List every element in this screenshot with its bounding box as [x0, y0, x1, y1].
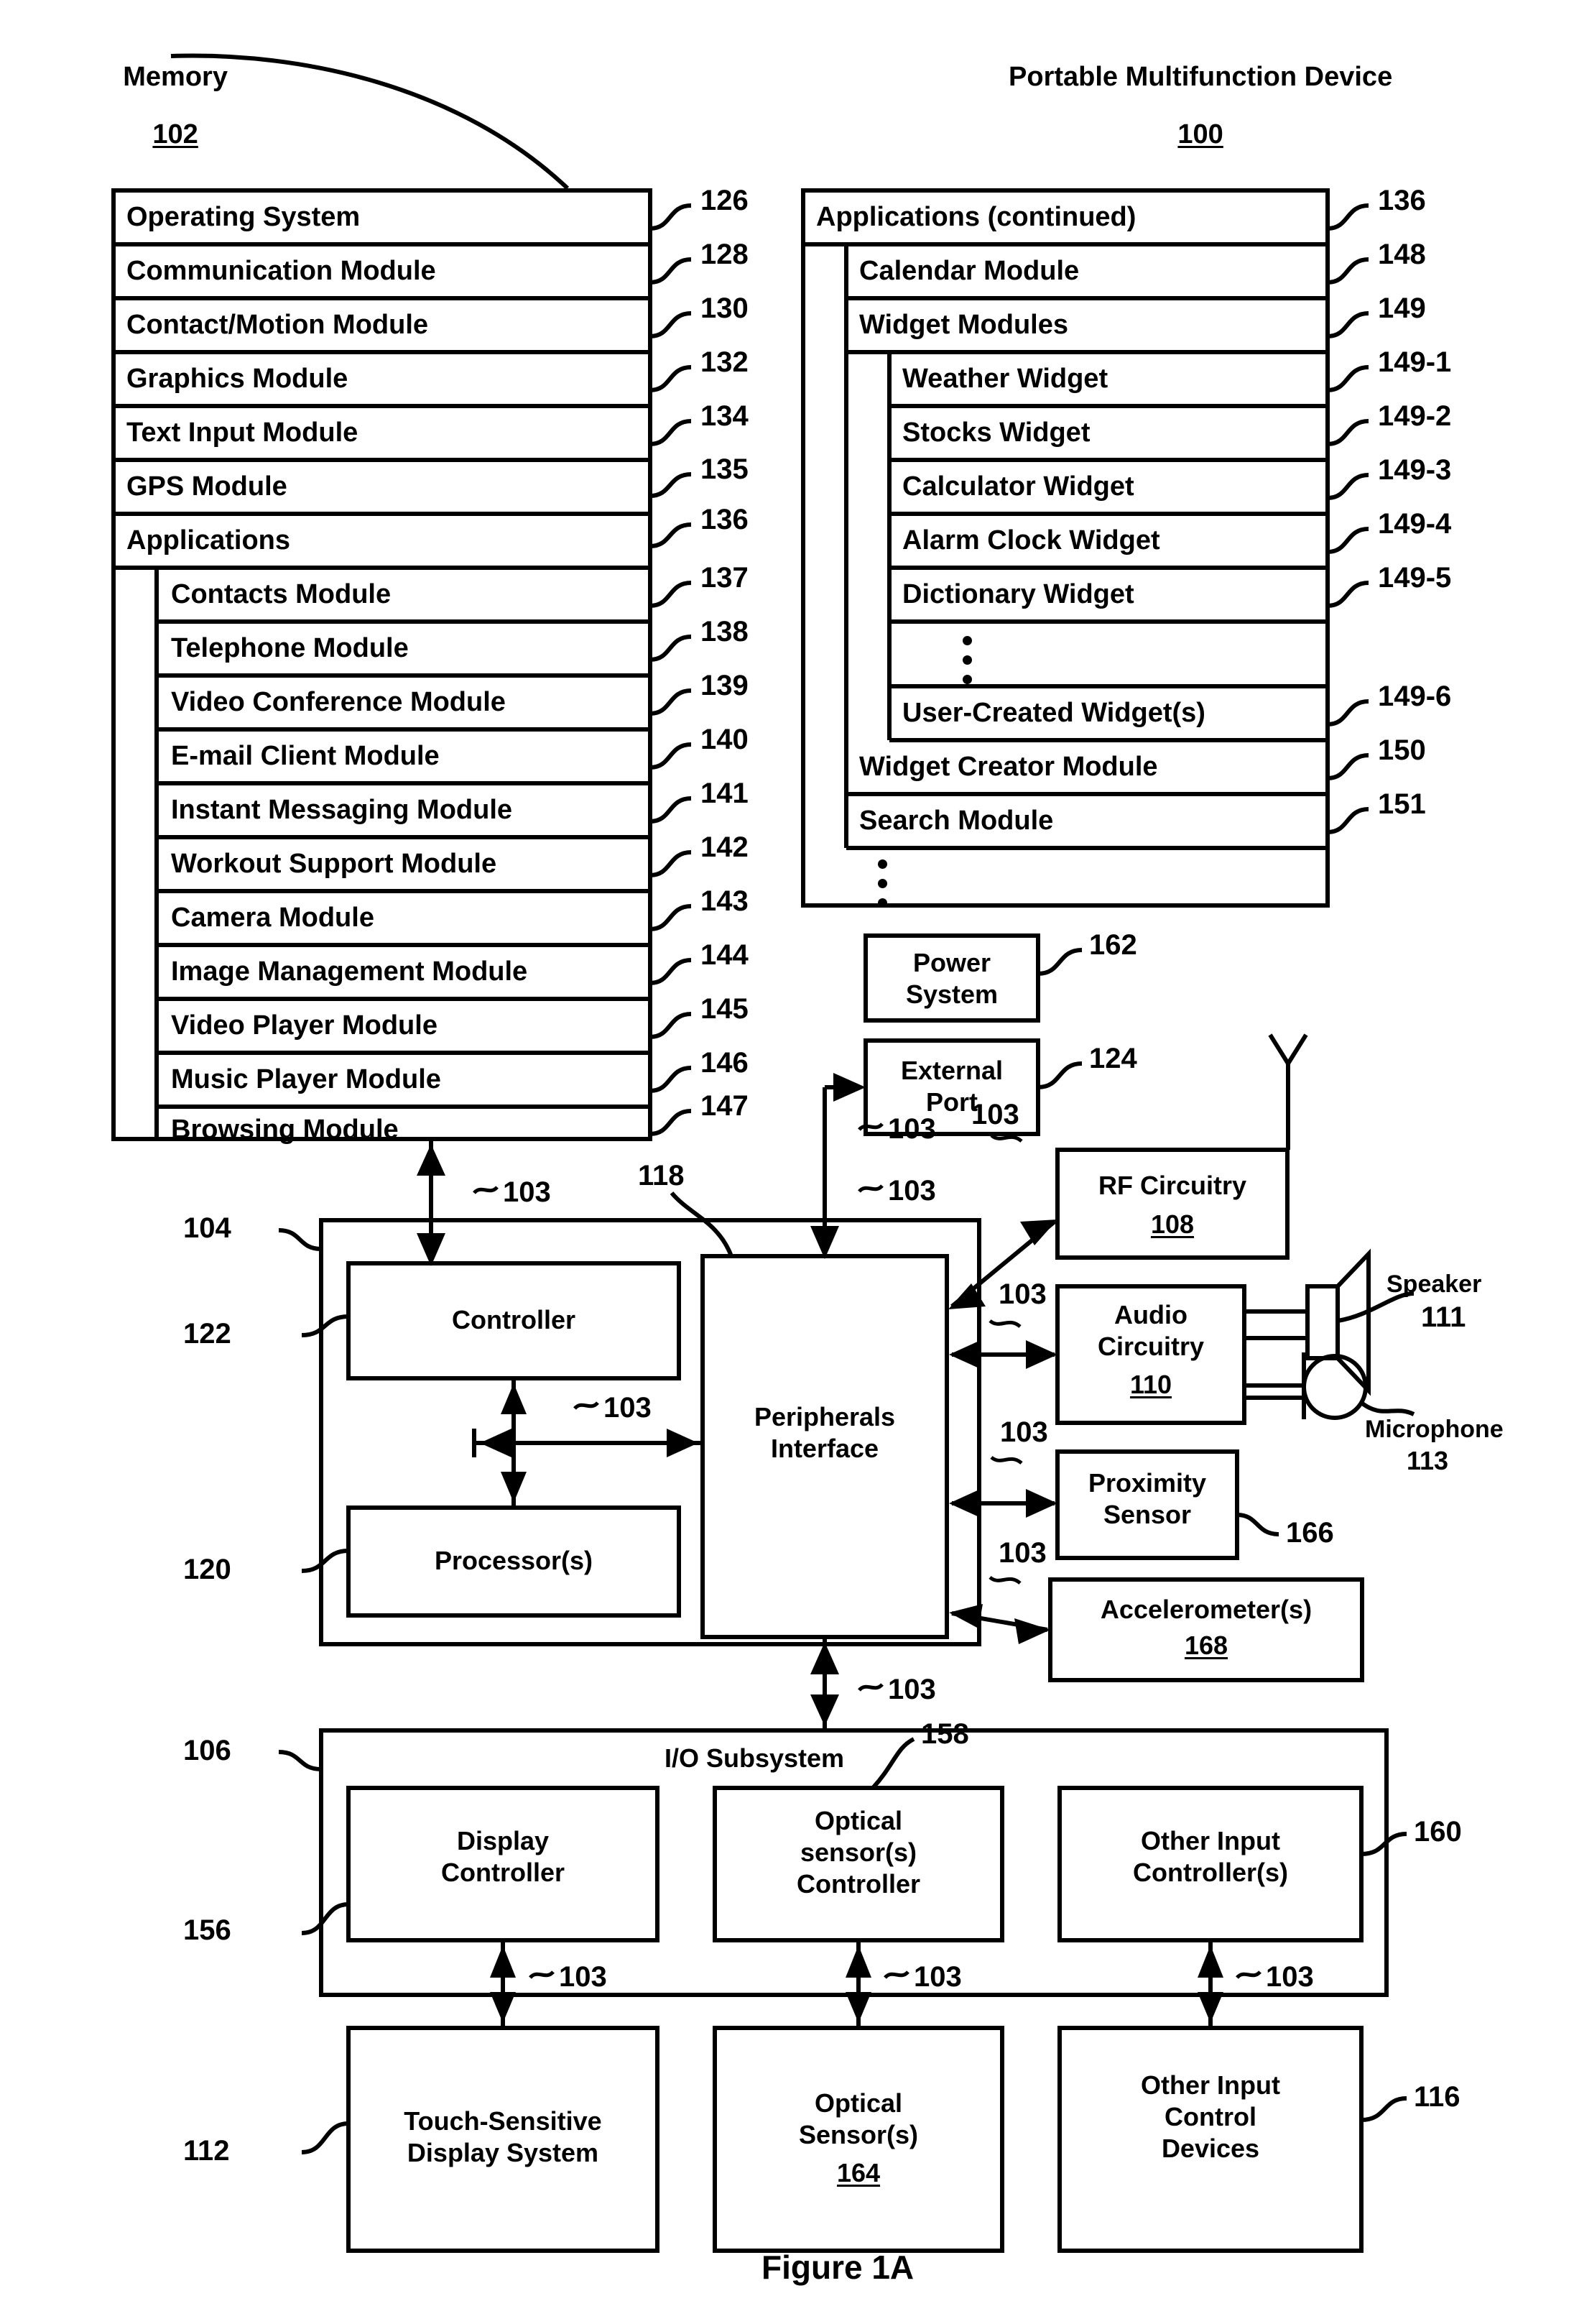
bus-numeral: 103: [888, 1175, 936, 1207]
bus-numeral: 103: [888, 1113, 936, 1145]
bus-numeral: 103: [971, 1099, 1019, 1130]
bus-numeral: 103: [503, 1176, 551, 1208]
bus-numeral: 103: [914, 1961, 962, 1993]
figure-caption: Figure 1A: [761, 2249, 915, 2286]
bus-numeral: 103: [999, 1537, 1047, 1569]
bus-numeral: 103: [1266, 1961, 1314, 1993]
bus-squiggles: [473, 1122, 1261, 1979]
bus-numeral: 103: [999, 1278, 1047, 1310]
bus-numeral: 103: [888, 1674, 936, 1705]
bus-numeral: 103: [1000, 1416, 1048, 1448]
patent-figure-1a: Memory 102 Portable Multifunction Device…: [0, 0, 1574, 2324]
bus-numeral: 103: [559, 1961, 607, 1993]
bus-numeral: 103: [603, 1392, 652, 1424]
